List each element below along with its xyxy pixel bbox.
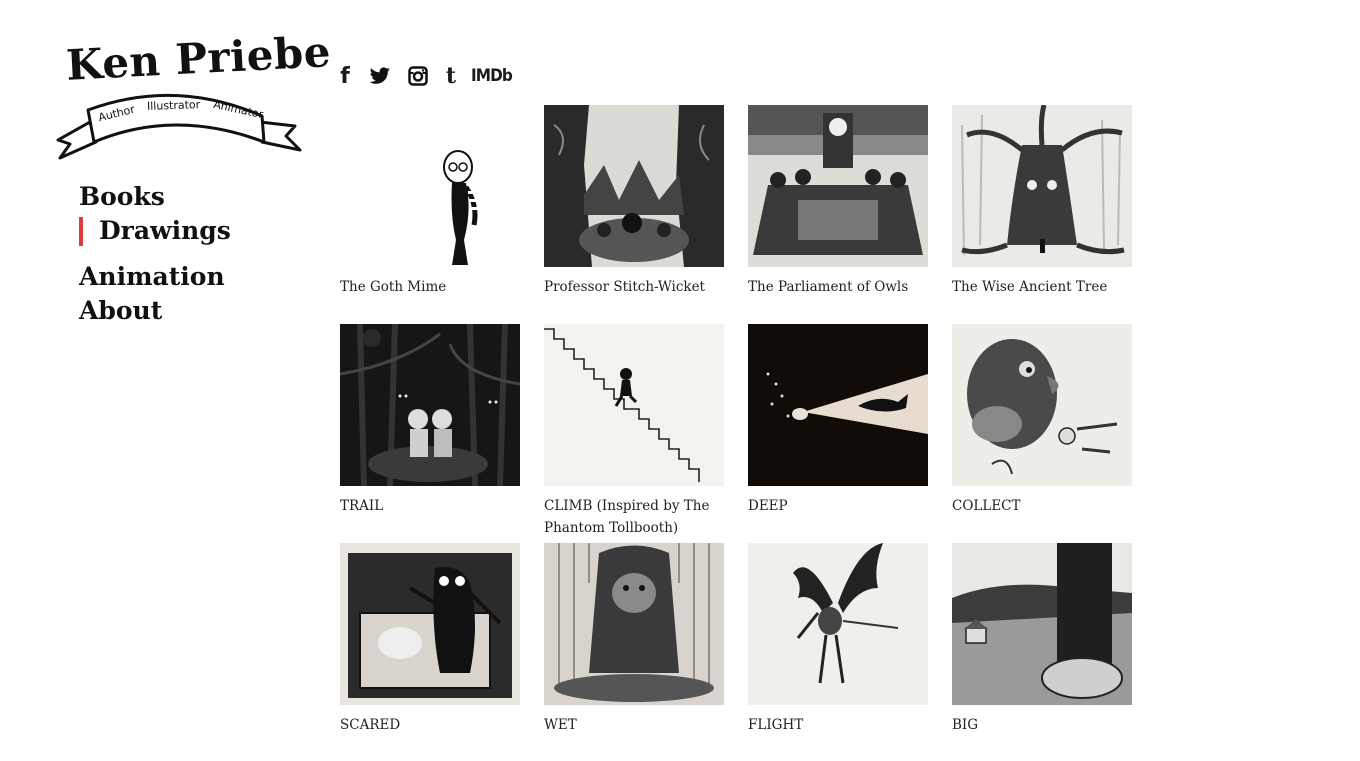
gallery-item-caption: DEEP — [748, 498, 788, 514]
thumbnail-image — [544, 105, 724, 267]
nav-item-about[interactable]: About — [79, 294, 299, 328]
logo-banner-illustrator: Illustrator — [146, 98, 201, 113]
thumbnail-image — [748, 105, 928, 267]
gallery-item-caption: BIG — [952, 717, 979, 733]
gallery-item-caption: CLIMB (Inspired by The Phantom Tollbooth… — [544, 498, 710, 536]
gallery-item-big[interactable]: BIG — [952, 543, 1142, 736]
gallery-item-scared[interactable]: SCARED — [340, 543, 530, 736]
site-logo[interactable]: Ken Priebe Author Illustrator Animator — [50, 27, 332, 165]
gallery-item-caption: The Goth Mime — [340, 279, 447, 295]
gallery-item-professor-stitch-wicket[interactable]: Professor Stitch-Wicket — [544, 105, 734, 298]
thumbnail-image — [952, 543, 1132, 705]
thumbnail-image — [340, 105, 520, 267]
thumbnail-image — [544, 324, 724, 486]
gallery-item-caption: Professor Stitch-Wicket — [544, 279, 705, 295]
gallery-item-caption: SCARED — [340, 717, 401, 733]
gallery-item-deep[interactable]: DEEP — [748, 324, 938, 517]
gallery-item-collect[interactable]: COLLECT — [952, 324, 1142, 517]
gallery-item-caption: The Wise Ancient Tree — [952, 279, 1108, 295]
gallery-item-caption: The Parliament of Owls — [748, 279, 909, 295]
gallery-item-caption: WET — [544, 717, 577, 733]
thumbnail-image — [952, 105, 1132, 267]
gallery-item-climb[interactable]: CLIMB (Inspired by The Phantom Tollbooth… — [544, 324, 734, 539]
gallery-item-parliament-of-owls[interactable]: The Parliament of Owls — [748, 105, 938, 298]
thumbnail-image — [544, 543, 724, 705]
thumbnail-image — [952, 324, 1132, 486]
imdb-link[interactable]: IMDb — [471, 64, 513, 88]
thumbnail-image — [748, 324, 928, 486]
nav-item-books[interactable]: Books — [79, 180, 299, 214]
gallery-item-flight[interactable]: FLIGHT — [748, 543, 938, 736]
gallery-item-caption: TRAIL — [340, 498, 384, 514]
gallery-item-caption: COLLECT — [952, 498, 1021, 514]
gallery-item-trail[interactable]: TRAIL — [340, 324, 530, 517]
thumbnail-image — [340, 543, 520, 705]
nav-item-animation[interactable]: Animation — [79, 260, 299, 294]
instagram-icon[interactable] — [408, 64, 428, 88]
gallery-item-caption: FLIGHT — [748, 717, 804, 733]
social-links: f t IMDb — [338, 63, 534, 89]
gallery-item-wet[interactable]: WET — [544, 543, 734, 736]
gallery-item-goth-mime[interactable]: The Goth Mime — [340, 105, 530, 298]
gallery-item-wise-ancient-tree[interactable]: The Wise Ancient Tree — [952, 105, 1142, 298]
main-nav: Books Drawings Animation About — [79, 180, 299, 328]
thumbnail-image — [340, 324, 520, 486]
nav-item-drawings[interactable]: Drawings — [79, 214, 299, 248]
thumbnail-image — [748, 543, 928, 705]
tumblr-icon[interactable]: t — [445, 63, 457, 89]
facebook-icon[interactable]: f — [338, 64, 352, 89]
twitter-icon[interactable] — [369, 64, 391, 88]
